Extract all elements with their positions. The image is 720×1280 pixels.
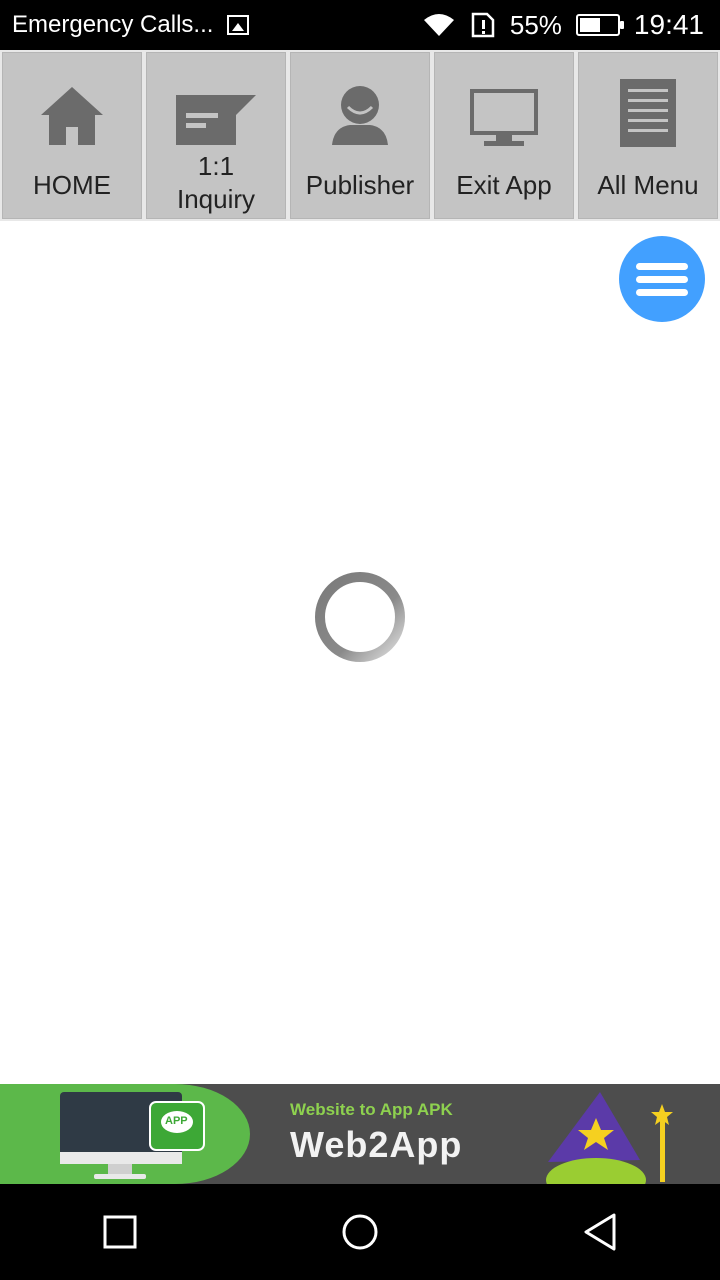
floating-menu-button[interactable] bbox=[619, 236, 705, 322]
list-icon bbox=[620, 79, 676, 147]
nav-publisher-button[interactable]: Publisher bbox=[290, 52, 430, 219]
system-nav-bar bbox=[0, 1184, 720, 1280]
recent-apps-button[interactable] bbox=[80, 1192, 160, 1272]
monitor-icon bbox=[470, 89, 538, 146]
nav-label: All Menu bbox=[597, 170, 699, 200]
image-icon bbox=[227, 15, 250, 35]
notification-title: Emergency Calls... bbox=[12, 11, 214, 38]
web2app-banner[interactable]: APP Website to App APK Web2App bbox=[0, 1084, 720, 1184]
banner-brand: Web2App bbox=[290, 1124, 463, 1165]
home-icon bbox=[41, 87, 103, 145]
nav-label: 1:1 Inquiry bbox=[176, 151, 256, 214]
nav-inquiry-button[interactable]: 1:1 Inquiry bbox=[146, 52, 286, 219]
clock: 19:41 bbox=[633, 9, 704, 40]
nav-label: HOME bbox=[33, 170, 111, 200]
banner-subtitle: Website to App APK bbox=[290, 1100, 453, 1119]
hamburger-line bbox=[636, 275, 688, 283]
battery-icon bbox=[575, 14, 624, 36]
message-icon bbox=[176, 95, 256, 145]
computer-icon bbox=[60, 1092, 205, 1179]
app-badge: APP bbox=[165, 1115, 188, 1127]
hamburger-line bbox=[636, 288, 688, 296]
wifi-icon bbox=[423, 14, 454, 36]
wizard-mascot-icon bbox=[546, 1092, 673, 1184]
user-icon bbox=[332, 86, 388, 145]
square-icon bbox=[103, 1215, 137, 1249]
nav-home-button[interactable]: HOME bbox=[2, 52, 142, 219]
nav-exit-app-button[interactable]: Exit App bbox=[434, 52, 574, 219]
battery-percent: 55% bbox=[509, 9, 562, 40]
sim-alert-icon bbox=[471, 12, 495, 38]
back-triangle-icon bbox=[584, 1213, 616, 1251]
home-button[interactable] bbox=[320, 1192, 400, 1272]
nav-label: Publisher bbox=[305, 170, 415, 200]
back-button[interactable] bbox=[560, 1192, 640, 1272]
top-nav: HOME 1:1 Inquiry Publisher Exit App All … bbox=[0, 50, 720, 221]
circle-icon bbox=[342, 1214, 378, 1250]
hamburger-menu-icon bbox=[636, 262, 688, 270]
nav-label: Exit App bbox=[456, 170, 552, 200]
nav-all-menu-button[interactable]: All Menu bbox=[578, 52, 718, 219]
loading-spinner-icon bbox=[315, 572, 405, 662]
status-bar: Emergency Calls... 55% 19:41 bbox=[0, 0, 720, 50]
